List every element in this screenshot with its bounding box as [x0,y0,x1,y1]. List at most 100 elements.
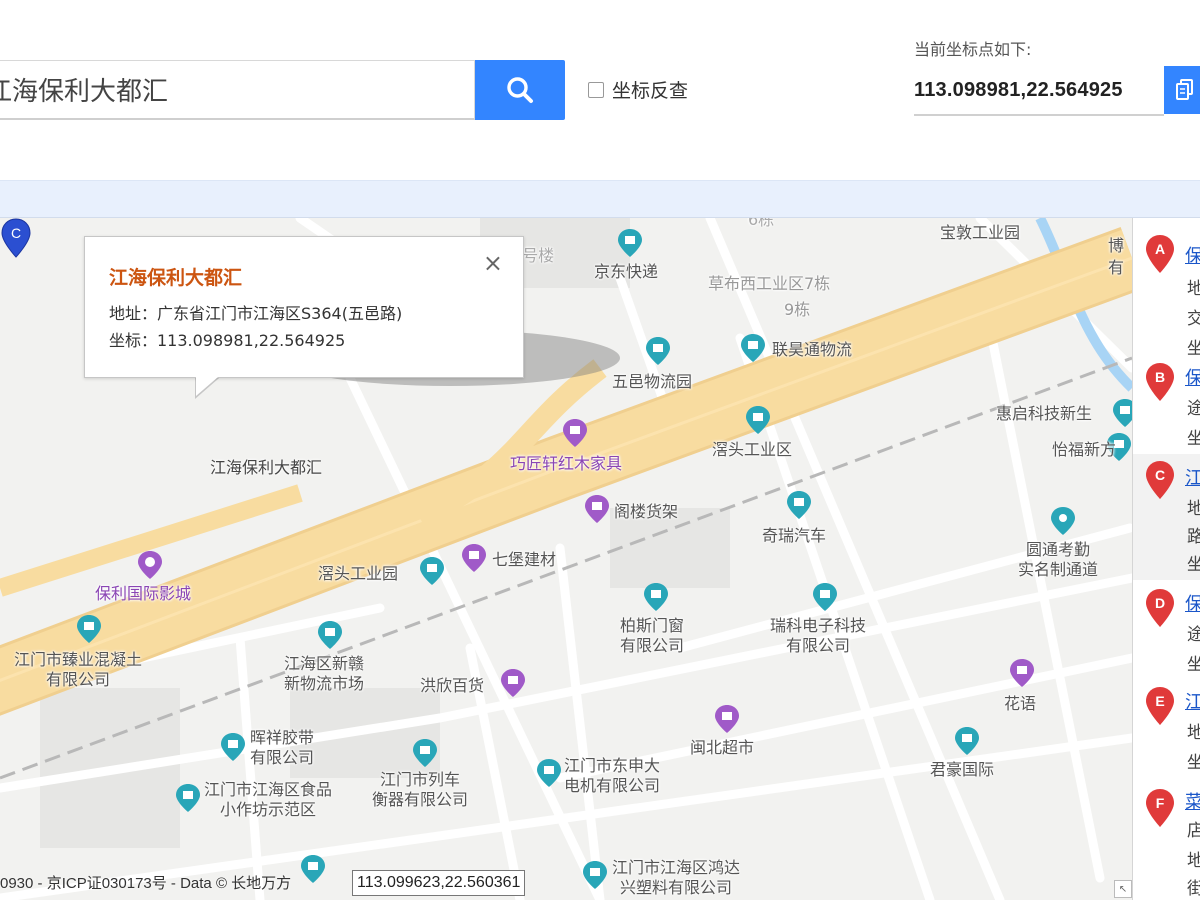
poi-label: 6栋 [748,218,775,229]
poi-pin-icon[interactable] [300,854,326,884]
poi-label[interactable]: 博 [1108,236,1124,256]
poi-pin-icon[interactable] [584,494,610,524]
poi-label[interactable]: 瑞科电子科技 有限公司 [770,616,866,656]
result-item-d[interactable]: D 保 途 坐 [1133,584,1200,684]
poi-label[interactable]: 闽北超市 [690,738,754,758]
reverse-lookup-checkbox[interactable] [588,81,604,98]
poi-pin-icon[interactable] [745,405,771,435]
result-item-a[interactable]: A 保 地 交 坐 [1133,228,1200,359]
mouse-coord-readout: 113.099623,22.560361 [352,870,526,896]
copy-icon [1176,79,1193,100]
map-marker-letter: C [11,225,21,241]
poi-pin-icon[interactable] [461,543,487,573]
poi-label[interactable]: 晖祥胶带 有限公司 [250,728,314,768]
poi-label[interactable]: 宝敦工业园 [940,223,1020,243]
poi-pin-icon[interactable] [954,726,980,756]
map-canvas[interactable]: 宝敦工业园 博 有 9号楼 京东快递 草布西工业区7栋 9栋 6栋 五邑物流园 … [0,218,1132,900]
poi-label[interactable]: 七堡建材 [492,550,556,570]
poi-label[interactable]: 保利国际影城 [95,584,191,604]
poi-pin-icon[interactable] [1050,506,1076,536]
poi-label[interactable]: 江门市东申大 电机有限公司 [564,756,660,796]
poi-label[interactable]: 五邑物流园 [612,372,692,392]
poi-pin-icon[interactable] [582,860,608,890]
result-line: 坐 [1187,550,1200,575]
result-line: 途 [1187,394,1200,419]
poi-label[interactable]: 阁楼货架 [614,502,678,522]
result-list: A 保 地 交 坐 B 保 途 坐 C 江 地 路 坐 D 保 途 坐 E 江 [1132,218,1200,900]
poi-label[interactable]: 花语 [1004,694,1036,714]
poi-label[interactable]: 江门市臻业混凝土 有限公司 [14,650,142,690]
poi-pin-icon[interactable] [137,550,163,580]
poi-pin-icon[interactable] [740,333,766,363]
poi-pin-icon[interactable] [412,738,438,768]
map-marker-c-icon[interactable]: C [0,218,32,258]
search-input-value: 江海保利大都汇 [0,77,169,107]
poi-pin-icon[interactable] [714,704,740,734]
poi-pin-icon[interactable] [419,556,445,586]
result-item-e[interactable]: E 江 地 坐 [1133,682,1200,782]
poi-label[interactable]: 柏斯门窗 有限公司 [620,616,684,656]
poi-label[interactable]: 怡福新方 [1052,440,1116,460]
poi-label[interactable]: 惠启科技新生 [996,404,1092,424]
result-line: 坐 [1187,650,1200,675]
poi-pin-icon[interactable] [562,418,588,448]
poi-pin-icon[interactable] [643,582,669,612]
poi-label[interactable]: 君豪国际 [930,760,994,780]
pin-letter: C [1155,467,1165,483]
result-line: 路 [1187,522,1200,547]
poi-label[interactable]: 有 [1108,258,1124,278]
pin-letter: A [1155,241,1165,257]
result-item-b[interactable]: B 保 途 坐 [1133,358,1200,458]
close-icon[interactable]: × [483,249,503,277]
result-title[interactable]: 保 [1185,590,1200,616]
poi-pin-icon[interactable] [1009,658,1035,688]
result-title[interactable]: 保 [1185,364,1200,390]
poi-pin-icon[interactable] [812,582,838,612]
poi-label[interactable]: 江海区新赣 新物流市场 [284,654,364,694]
poi-pin-icon[interactable] [76,614,102,644]
poi-pin-icon[interactable] [617,228,643,258]
poi-label[interactable]: 奇瑞汽车 [762,526,826,546]
poi-pin-icon[interactable] [317,620,343,650]
info-window-title: 江海保利大都汇 [109,267,243,289]
poi-pin-icon[interactable] [220,732,246,762]
map-marker-label[interactable]: 江海保利大都汇 [210,454,322,478]
result-line: 坐 [1187,334,1200,359]
poi-label[interactable]: 江门市江海区鸿达 兴塑料有限公司 [612,858,740,898]
result-title[interactable]: 菜 [1185,788,1200,814]
poi-pin-icon[interactable] [645,336,671,366]
poi-label[interactable]: 洪欣百货 [420,676,484,696]
poi-label[interactable]: 巧匠轩红木家具 [510,454,622,474]
poi-pin-icon[interactable] [500,668,526,698]
poi-label[interactable]: 圆通考勤 实名制通道 [1018,540,1098,580]
red-pin-icon: A [1146,235,1174,273]
red-pin-icon: B [1146,363,1174,401]
reverse-lookup-label[interactable]: 坐标反查 [612,76,688,103]
poi-label[interactable]: 滘头工业园 [318,564,398,584]
map-copyright: 0930 - 京ICP证030173号 - Data © 长地万方 [0,875,292,892]
result-title[interactable]: 江 [1185,464,1200,490]
result-item-f[interactable]: F 菜 店 地 街 [1133,784,1200,900]
reverse-lookup: 坐标反查 [588,76,688,103]
poi-label[interactable]: 联昊通物流 [772,340,852,360]
resize-icon[interactable]: ↖ [1114,880,1132,898]
search-input[interactable]: 江海保利大都汇 [0,60,475,120]
poi-pin-icon[interactable] [1112,398,1132,428]
poi-label[interactable]: 江门市江海区食品 小作坊示范区 [204,780,332,820]
result-item-c[interactable]: C 江 地 路 坐 [1133,454,1200,580]
poi-label[interactable]: 京东快递 [594,262,658,282]
toolbar-strip [0,180,1200,218]
infowindow-tail [196,358,240,396]
poi-label[interactable]: 滘头工业区 [712,440,792,460]
poi-pin-icon[interactable] [536,758,562,788]
poi-pin-icon[interactable] [786,490,812,520]
poi-pin-icon[interactable] [175,783,201,813]
result-title[interactable]: 江 [1185,688,1200,714]
pin-letter: F [1156,795,1165,811]
result-title[interactable]: 保 [1185,242,1200,268]
copy-button[interactable] [1164,66,1200,114]
current-coord-field[interactable]: 113.098981,22.564925 [914,66,1164,116]
poi-label[interactable]: 江门市列车 衡器有限公司 [372,770,468,810]
current-coord-value: 113.098981,22.564925 [914,78,1123,101]
search-button[interactable] [475,60,565,120]
